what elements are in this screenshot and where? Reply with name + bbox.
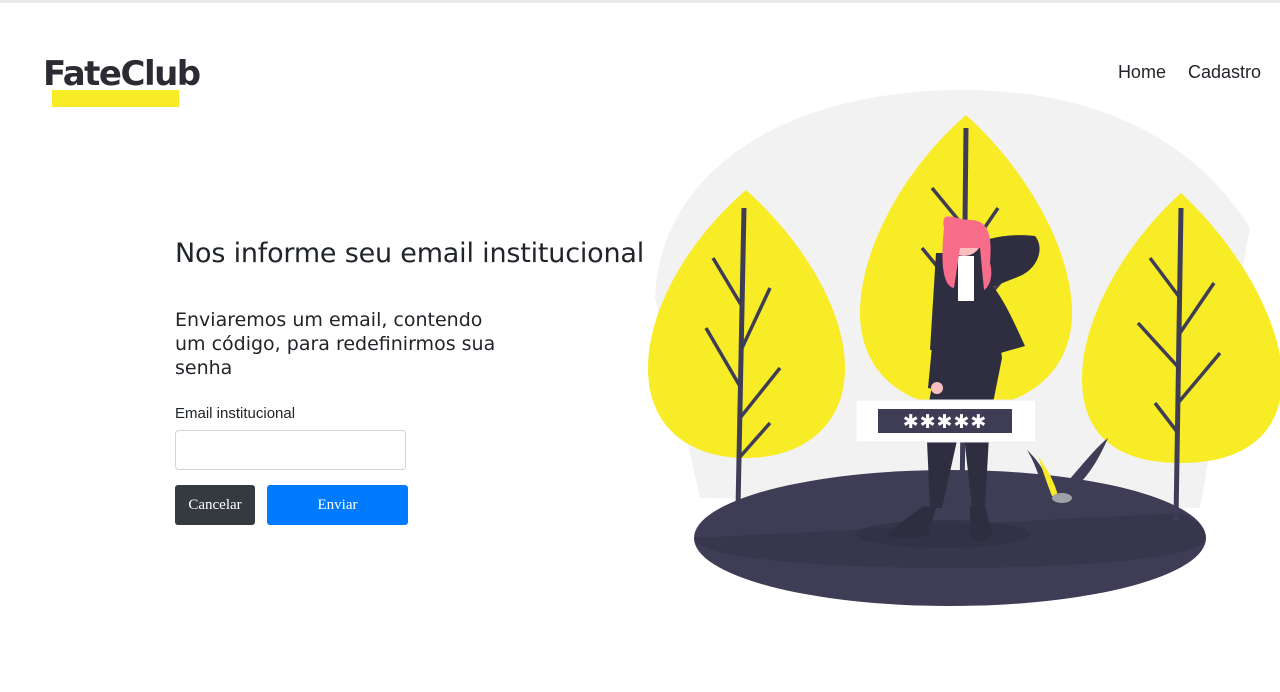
person-shadow (856, 520, 1030, 548)
password-card: ✱✱✱✱✱ (855, 399, 1037, 443)
password-reset-illustration: ✱✱✱✱✱ (648, 89, 1280, 606)
top-nav: Home Cadastro (1118, 62, 1261, 83)
masked-password-text: ✱✱✱✱✱ (903, 411, 988, 433)
cancel-button[interactable]: Cancelar (175, 485, 255, 525)
page-title: Nos informe seu email institucional (175, 238, 645, 269)
logo-text: FateClub (43, 54, 201, 94)
email-field-label: Email institucional (175, 405, 296, 422)
page-subtitle: Enviaremos um email, contendo um código,… (175, 309, 496, 379)
submit-button[interactable]: Enviar (267, 485, 408, 525)
top-divider (0, 0, 1280, 3)
nav-link-cadastro[interactable]: Cadastro (1188, 62, 1261, 83)
nav-link-home[interactable]: Home (1118, 62, 1166, 83)
email-field[interactable] (175, 430, 406, 470)
brand-logo[interactable]: FateClub (43, 52, 213, 112)
